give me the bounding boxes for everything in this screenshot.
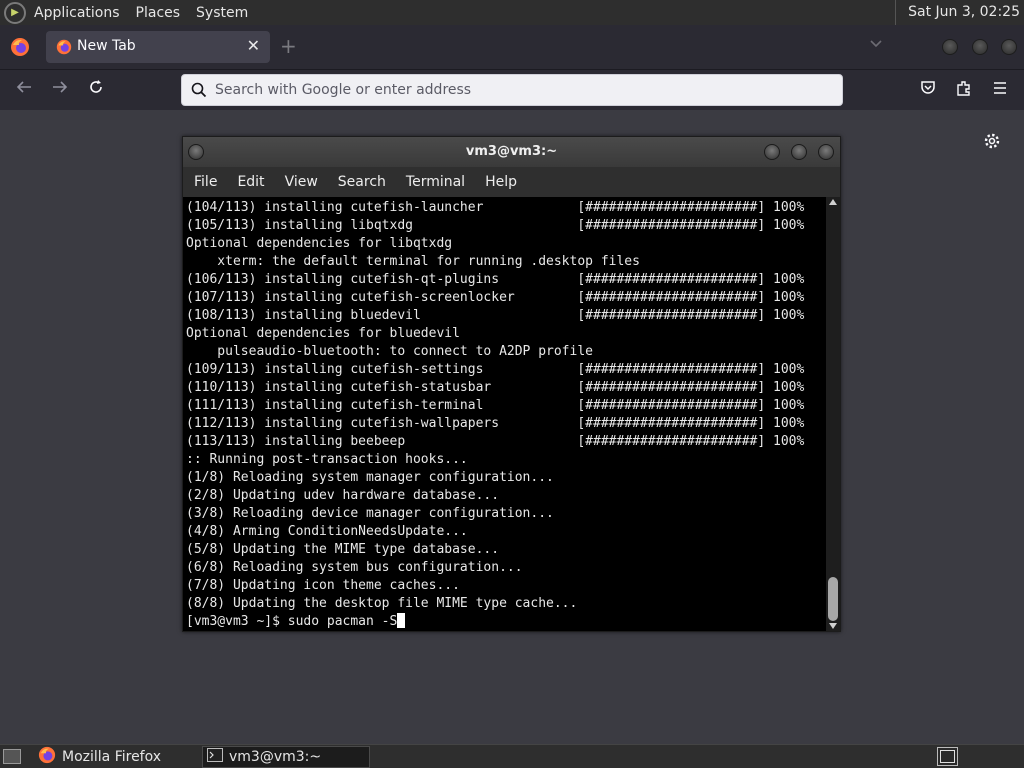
tab-new-tab[interactable]: New Tab ✕ — [46, 31, 270, 63]
terminal-line: (107/113) installing cutefish-screenlock… — [186, 290, 805, 305]
terminal-line: (106/113) installing cutefish-qt-plugins… — [186, 272, 805, 287]
maximize-window-button[interactable] — [972, 39, 988, 55]
terminal-line: xterm: the default terminal for running … — [186, 254, 640, 269]
new-tab-button[interactable]: + — [280, 34, 297, 58]
menu-terminal[interactable]: Terminal — [406, 174, 465, 190]
terminal-line: (110/113) installing cutefish-statusbar … — [186, 380, 805, 395]
terminal-line: (8/8) Updating the desktop file MIME typ… — [186, 596, 578, 611]
pocket-icon[interactable] — [919, 79, 937, 101]
terminal-scrollbar[interactable] — [826, 197, 840, 631]
terminal-line: (108/113) installing bluedevil [########… — [186, 308, 805, 323]
terminal-minimize-button[interactable] — [764, 144, 780, 160]
terminal-line: (104/113) installing cutefish-launcher [… — [186, 200, 805, 215]
menu-help[interactable]: Help — [485, 174, 517, 190]
window-menu-button[interactable] — [188, 144, 204, 160]
workspace-1[interactable] — [940, 750, 955, 763]
navigation-toolbar — [0, 69, 1024, 110]
bottom-panel: Mozilla Firefox vm3@vm3:~ — [0, 744, 1024, 768]
terminal-line: (3/8) Reloading device manager configura… — [186, 506, 554, 521]
workspace-switcher[interactable] — [937, 747, 958, 766]
firefox-icon — [38, 746, 56, 768]
tab-title: New Tab — [77, 38, 136, 54]
scroll-up-arrow-icon[interactable] — [829, 199, 837, 205]
terminal-line: (105/113) installing libqtxdg [#########… — [186, 218, 805, 233]
terminal-line: :: Running post-transaction hooks... — [186, 452, 468, 467]
taskbar-item-firefox[interactable]: Mozilla Firefox — [32, 746, 196, 768]
address-input[interactable] — [215, 79, 815, 101]
tab-bar: New Tab ✕ + — [0, 25, 1024, 69]
taskbar-item-terminal[interactable]: vm3@vm3:~ — [202, 746, 370, 768]
terminal-line: (1/8) Reloading system manager configura… — [186, 470, 554, 485]
places-menu[interactable]: Places — [136, 5, 181, 21]
terminal-prompt: [vm3@vm3 ~]$ sudo pacman -S — [186, 614, 398, 629]
address-bar[interactable] — [181, 74, 843, 106]
menu-hamburger-icon[interactable] — [991, 79, 1009, 101]
terminal-icon — [207, 748, 223, 766]
back-arrow-icon[interactable] — [15, 78, 33, 101]
clock[interactable]: Sat Jun 3, 02:25 — [895, 0, 1020, 25]
terminal-line: (4/8) Arming ConditionNeedsUpdate... — [186, 524, 468, 539]
terminal-line: (7/8) Updating icon theme caches... — [186, 578, 460, 593]
terminal-line: (111/113) installing cutefish-terminal [… — [186, 398, 805, 413]
top-panel: ▶ Applications Places System Sat Jun 3, … — [0, 0, 1024, 25]
text-cursor — [397, 613, 406, 628]
terminal-line: Optional dependencies for bluedevil — [186, 326, 460, 341]
terminal-line: (112/113) installing cutefish-wallpapers… — [186, 416, 805, 431]
firefox-tab-icon — [56, 39, 72, 59]
terminal-line: (6/8) Reloading system bus configuration… — [186, 560, 523, 575]
minimize-window-button[interactable] — [942, 39, 958, 55]
extensions-icon[interactable] — [955, 79, 973, 101]
terminal-line: (113/113) installing beebeep [##########… — [186, 434, 805, 449]
search-icon — [190, 81, 208, 103]
menu-search[interactable]: Search — [338, 174, 386, 190]
taskbar-item-label: Mozilla Firefox — [62, 749, 162, 765]
terminal-line: (109/113) installing cutefish-settings [… — [186, 362, 805, 377]
terminal-output[interactable]: (104/113) installing cutefish-launcher [… — [183, 197, 826, 631]
close-tab-icon[interactable]: ✕ — [247, 36, 260, 55]
menu-view[interactable]: View — [285, 174, 318, 190]
reload-icon[interactable] — [87, 78, 105, 101]
gear-icon[interactable] — [983, 132, 1001, 155]
scrollbar-thumb[interactable] — [828, 577, 838, 621]
terminal-window[interactable]: vm3@vm3:~ File Edit View Search Terminal… — [182, 136, 841, 632]
system-menu[interactable]: System — [196, 5, 248, 21]
terminal-menubar: File Edit View Search Terminal Help — [183, 167, 840, 197]
terminal-line: pulseaudio-bluetooth: to connect to A2DP… — [186, 344, 593, 359]
forward-arrow-icon[interactable] — [51, 78, 69, 101]
distro-logo-icon[interactable]: ▶ — [4, 1, 26, 24]
terminal-line: (2/8) Updating udev hardware database... — [186, 488, 500, 503]
show-desktop-icon[interactable] — [3, 749, 21, 764]
menu-file[interactable]: File — [194, 174, 217, 190]
terminal-prompt-line[interactable]: [vm3@vm3 ~]$ sudo pacman -S — [186, 613, 826, 631]
terminal-title: vm3@vm3:~ — [465, 144, 558, 159]
list-all-tabs-icon[interactable] — [870, 37, 882, 51]
menu-edit[interactable]: Edit — [237, 174, 264, 190]
terminal-close-button[interactable] — [818, 144, 834, 160]
firefox-icon[interactable] — [10, 37, 30, 61]
terminal-line: Optional dependencies for libqtxdg — [186, 236, 453, 251]
terminal-titlebar[interactable]: vm3@vm3:~ — [183, 137, 840, 167]
terminal-line: (5/8) Updating the MIME type database... — [186, 542, 500, 557]
close-window-button[interactable] — [1001, 39, 1017, 55]
scroll-down-arrow-icon[interactable] — [829, 623, 837, 629]
applications-menu[interactable]: Applications — [34, 5, 120, 21]
terminal-maximize-button[interactable] — [791, 144, 807, 160]
taskbar-item-label: vm3@vm3:~ — [229, 749, 322, 765]
